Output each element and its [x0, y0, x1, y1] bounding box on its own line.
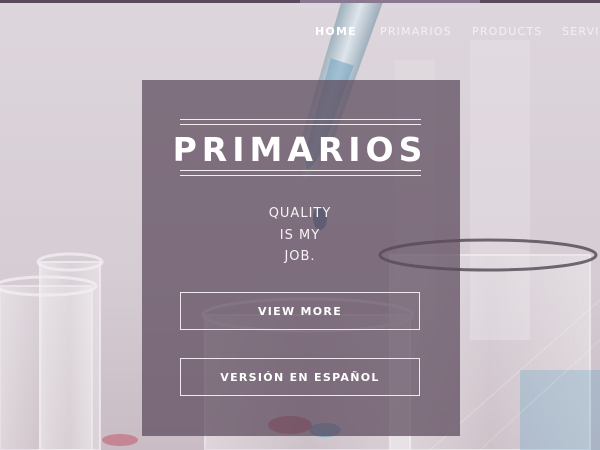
brand-bottom-rule-2	[180, 175, 421, 176]
tagline-line-1: QUALITY	[268, 206, 332, 221]
top-strip-highlight	[300, 0, 480, 3]
view-more-button[interactable]: VIEW MORE	[180, 292, 420, 330]
spanish-version-button[interactable]: VERSIÓN EN ESPAÑOL	[180, 358, 420, 396]
nav-item-home[interactable]: HOME	[315, 25, 357, 38]
brand-top-rule-2	[180, 124, 421, 125]
tagline-line-2: IS MY	[279, 228, 321, 243]
tagline-line-3: JOB.	[284, 249, 316, 264]
nav-item-services[interactable]: SERVIC	[562, 25, 600, 38]
brand-top-rule-1	[180, 119, 421, 120]
brand-title: PRIMARIOS	[172, 130, 428, 169]
brand-bottom-rule-1	[180, 170, 421, 171]
nav-item-products[interactable]: PRODUCTS	[472, 25, 542, 38]
nav-item-primarios[interactable]: PRIMARIOS	[380, 25, 452, 38]
main-nav: HOME PRIMARIOS PRODUCTS SERVIC	[0, 25, 600, 41]
